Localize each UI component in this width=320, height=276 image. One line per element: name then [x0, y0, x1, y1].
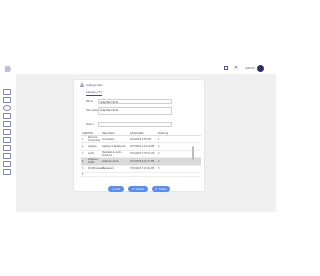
cell-num: 1: [82, 137, 84, 141]
cell-num: 6: [82, 172, 84, 176]
tab-category-fd[interactable]: Category Fd: [86, 91, 102, 96]
cell-date: 7/15/2023 8:20:17 PM: [130, 159, 155, 163]
cell-title: Graphics Cards: [88, 158, 98, 165]
user-name[interactable]: admin: [245, 66, 254, 70]
table-row[interactable]: 3 Audio Headsets & Audio Solutions 7/10/…: [81, 150, 201, 159]
avatar[interactable]: [256, 64, 264, 72]
cell-description: Processors: [102, 167, 114, 171]
cell-order: 5: [158, 167, 160, 171]
document-icon[interactable]: [3, 161, 11, 167]
plus-icon: [112, 188, 115, 190]
delete-button-label: Delete: [158, 187, 167, 191]
cell-description: Headsets & Audio Solutions: [102, 150, 122, 157]
settings-icon[interactable]: [3, 153, 11, 159]
menu-collapse-icon[interactable]: [4, 66, 12, 72]
header-cat-num[interactable]: Cat#: [81, 132, 88, 135]
user-icon[interactable]: [3, 105, 11, 111]
cell-num: 3: [82, 152, 84, 156]
top-right-toolbar: ✕ admin: [224, 63, 264, 73]
card-title-text: Categories: [86, 83, 103, 87]
table-row[interactable]: 1 Personal Computers Computers 2/24/2024…: [81, 136, 201, 144]
header-title[interactable]: Title: [88, 132, 102, 135]
categories-table: Cat# Title Description Added Date Orderi…: [81, 131, 201, 177]
cell-title: Laptops: [88, 145, 97, 149]
cell-date: 7/15/2023 7:20:41 PM: [130, 167, 155, 171]
header-added-date[interactable]: Added Date: [130, 132, 158, 135]
calendar-icon[interactable]: [3, 97, 11, 103]
cell-date: 3/27/2023 1:29:16 PM: [130, 145, 155, 149]
table-row[interactable]: 6: [81, 173, 201, 177]
table-scrollbar[interactable]: [192, 146, 194, 160]
truck-icon[interactable]: [3, 129, 11, 135]
cell-title: Personal Computers: [88, 136, 101, 143]
filter-icon[interactable]: [3, 113, 11, 119]
cart-icon[interactable]: [3, 145, 11, 151]
cell-description: Computers: [102, 137, 115, 141]
add-button[interactable]: Add: [108, 186, 124, 192]
table-row[interactable]: 5 CPU/Processors Processors 7/15/2023 7:…: [81, 166, 201, 173]
sidebar: [0, 80, 16, 200]
cell-order: 1: [158, 137, 160, 141]
add-button-label: Add: [115, 187, 120, 191]
top-bar: [0, 0, 276, 56]
name-field[interactable]: Graphite Cards: [98, 98, 172, 104]
header-ordering[interactable]: Ordering: [158, 132, 170, 135]
cell-date: 2/24/2024 2:55 PM: [130, 137, 151, 141]
card-title: Categories: [80, 83, 102, 87]
apps-icon[interactable]: [224, 66, 228, 70]
categories-icon: [80, 83, 84, 87]
cell-description: Graphics Cards: [102, 159, 119, 163]
trash-icon: [155, 188, 158, 191]
parent-select[interactable]: [98, 121, 172, 127]
description-field[interactable]: Graphite Cards: [98, 107, 172, 115]
cell-order: 2: [158, 145, 160, 149]
cell-description: Laptops & Notebooks: [102, 145, 126, 149]
parent-label: Parent: [86, 123, 94, 126]
chart-icon[interactable]: [3, 137, 11, 143]
cell-num: 5: [82, 167, 84, 171]
button-bar: Add Update Delete: [74, 186, 204, 192]
dashboard-icon[interactable]: [3, 89, 11, 95]
update-button[interactable]: Update: [128, 186, 148, 192]
cell-title: Audio: [88, 152, 95, 156]
cell-order: 4: [158, 159, 160, 163]
cell-num: 4: [82, 159, 84, 163]
logout-icon[interactable]: [3, 169, 11, 175]
cell-title: CPU/Processors: [88, 167, 105, 171]
table-row[interactable]: 2 Laptops Laptops & Notebooks 3/27/2023 …: [81, 143, 201, 151]
delete-button[interactable]: Delete: [152, 186, 170, 192]
cell-order: 3: [158, 152, 160, 156]
update-button-label: Update: [135, 187, 144, 191]
name-label: Name: [86, 100, 94, 103]
table-row-selected[interactable]: 4 Graphics Cards Graphics Cards 7/15/202…: [81, 158, 201, 166]
categories-card: Categories Category Fd Name Graphite Car…: [74, 80, 204, 192]
refresh-icon: [132, 188, 135, 190]
categories-icon[interactable]: [3, 121, 11, 127]
cell-num: 2: [82, 145, 84, 149]
header-description[interactable]: Description: [102, 132, 130, 135]
close-icon[interactable]: ✕: [234, 65, 238, 71]
cell-date: 7/10/2023 7:35:07 AM: [130, 152, 155, 156]
